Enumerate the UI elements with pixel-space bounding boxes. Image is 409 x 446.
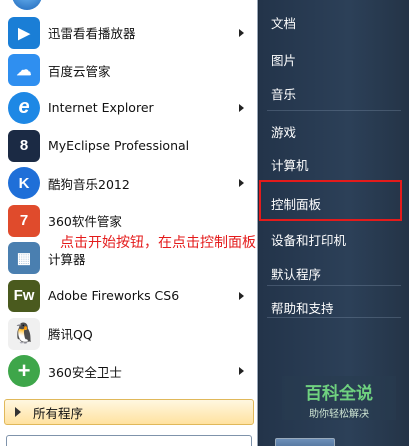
360-software-icon: 7 — [8, 204, 40, 237]
program-label: 酷狗音乐2012 — [48, 176, 130, 192]
program-item[interactable]: K 酷狗音乐2012 — [4, 164, 252, 202]
places-item[interactable]: 图片 — [271, 50, 296, 69]
program-item[interactable]: +360安全卫士 — [4, 352, 252, 390]
start-menu-programs-pane: ▶ 迅雷看看播放器 ☁ 百度云管家 e Internet Explorer 8 MyEclip… — [0, 0, 258, 446]
program-item[interactable]: Fw Adobe Fireworks CS6 — [4, 277, 252, 315]
triangle-right-icon — [15, 407, 21, 417]
submenu-arrow-icon — [239, 367, 244, 376]
program-item[interactable]: e Internet Explorer — [4, 89, 252, 127]
search-input[interactable] — [6, 435, 252, 446]
menu-separator — [267, 110, 401, 111]
places-item[interactable]: 帮助和支持 — [271, 298, 334, 317]
program-label: 迅雷看看播放器 — [48, 26, 136, 42]
fireworks-icon: Fw — [8, 279, 40, 312]
watermark-subtitle: 助你轻松解决 — [309, 409, 369, 420]
program-item[interactable]: ☁ 百度云管家 — [4, 52, 252, 90]
submenu-arrow-icon — [239, 291, 244, 300]
program-label: Internet Explorer — [48, 100, 154, 116]
program-item[interactable]: ▶ 迅雷看看播放器 — [4, 14, 252, 52]
program-label: Adobe Fireworks CS6 — [48, 288, 180, 304]
program-label: 百度云管家 — [48, 63, 111, 79]
program-label: 腾讯QQ — [48, 327, 93, 343]
submenu-arrow-icon — [239, 179, 244, 188]
instruction-annotation: 点击开始按钮，在点击控制面板 — [60, 235, 256, 251]
highlight-box — [259, 180, 402, 221]
places-item[interactable]: 设备和打印机 — [271, 230, 346, 249]
myeclipse-icon: 8 — [8, 129, 40, 162]
places-item[interactable]: 计算机 — [271, 155, 309, 174]
places-item[interactable]: 文档 — [271, 13, 296, 32]
submenu-arrow-icon — [239, 103, 244, 112]
menu-separator — [267, 285, 401, 286]
360-security-icon: + — [8, 355, 40, 388]
partial-program-item[interactable] — [4, 0, 252, 10]
watermark-title: 百科全说 — [305, 384, 373, 404]
program-icon — [12, 0, 42, 10]
calculator-icon: ▦ — [8, 242, 40, 275]
shutdown-button[interactable] — [275, 438, 335, 446]
program-item[interactable]: 8 MyEclipse Professional — [4, 127, 252, 165]
program-list: ▶ 迅雷看看播放器 ☁ 百度云管家 e Internet Explorer 8 MyEclip… — [4, 14, 252, 390]
submenu-arrow-icon — [239, 28, 244, 37]
places-item[interactable]: 游戏 — [271, 122, 296, 141]
places-item[interactable]: 音乐 — [271, 84, 296, 103]
all-programs-label: 所有程序 — [33, 405, 84, 421]
baidu-cloud-icon: ☁ — [8, 54, 40, 87]
program-label: 360安全卫士 — [48, 364, 122, 380]
xunlei-player-icon: ▶ — [8, 16, 40, 49]
kugou-icon: K — [8, 167, 40, 200]
menu-separator — [267, 317, 401, 318]
program-label: MyEclipse Professional — [48, 138, 190, 154]
qq-icon: 🐧 — [8, 317, 40, 350]
watermark-logo: 百科全说 助你轻松解决 — [282, 376, 396, 420]
ie-icon: e — [8, 91, 40, 124]
program-item[interactable]: 🐧 腾讯QQ — [4, 315, 252, 353]
all-programs-button[interactable]: 所有程序 — [4, 399, 254, 425]
places-item[interactable]: 默认程序 — [271, 264, 321, 283]
program-label: 360软件管家 — [48, 214, 122, 230]
